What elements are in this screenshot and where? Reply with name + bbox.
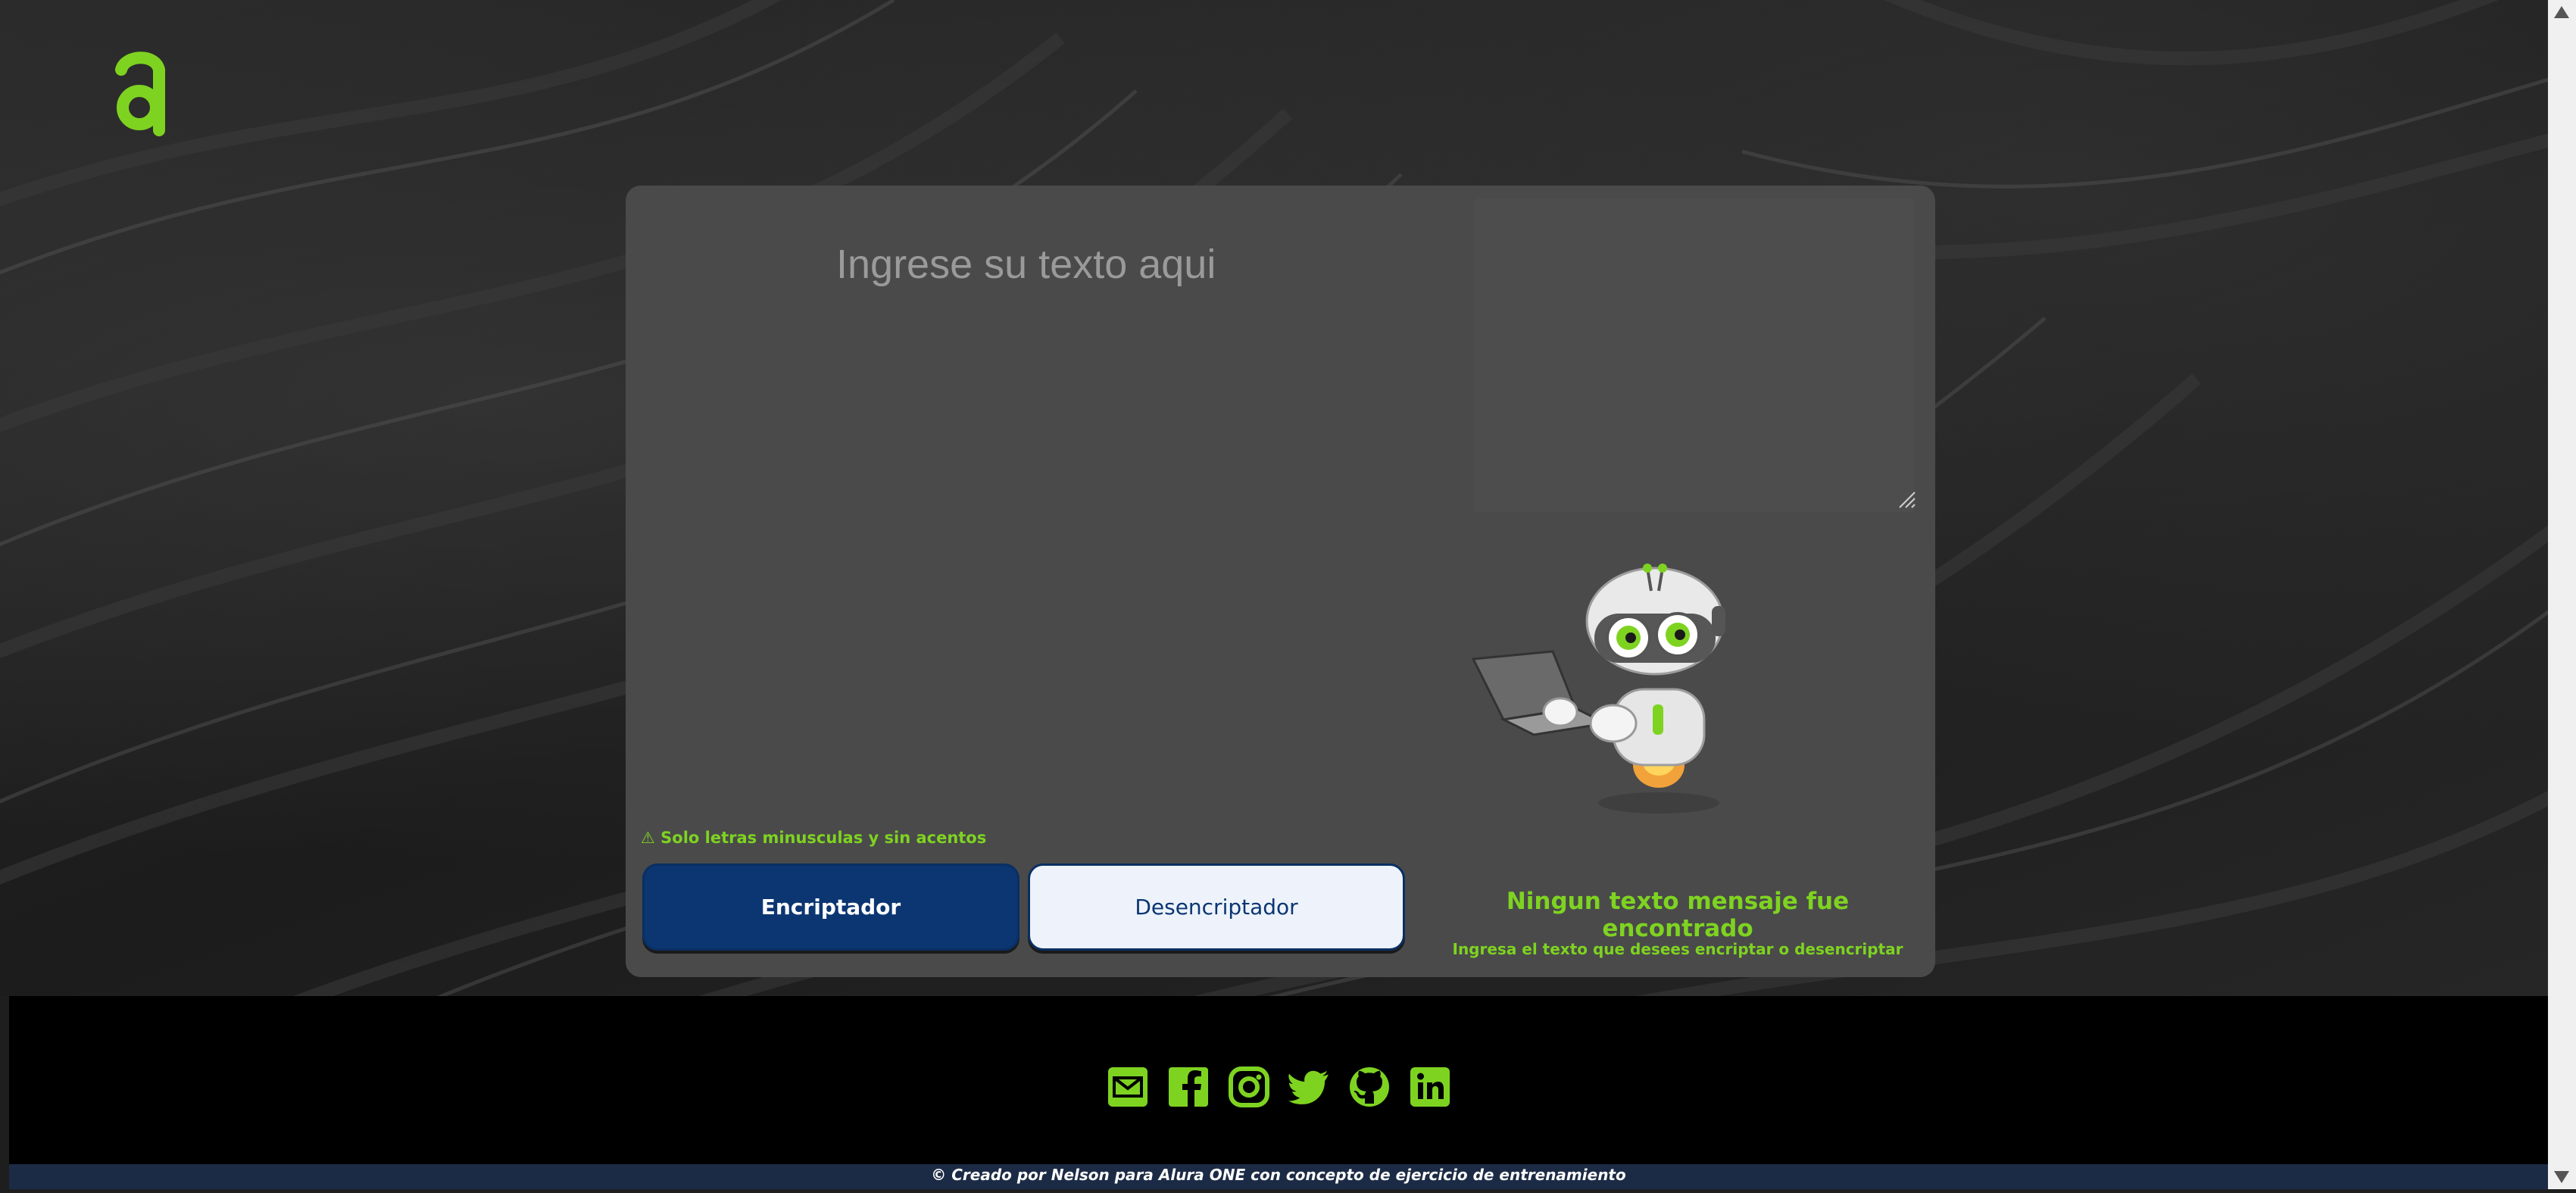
decrypt-button[interactable]: Desencriptador — [1028, 864, 1405, 951]
encrypt-button[interactable]: Encriptador — [642, 864, 1019, 951]
copyright-bar: © Creado por Nelson para Alura ONE con c… — [9, 1164, 2548, 1189]
twitter-icon[interactable] — [1288, 1066, 1330, 1108]
empty-output-subtitle: Ingresa el texto que desees encriptar o … — [1452, 940, 1903, 958]
resize-handle-icon[interactable] — [1897, 489, 1916, 509]
footer — [9, 996, 2548, 1164]
github-icon[interactable] — [1348, 1066, 1391, 1108]
facebook-icon[interactable] — [1167, 1066, 1210, 1108]
linkedin-icon[interactable] — [1409, 1066, 1451, 1108]
text-input[interactable] — [817, 223, 1915, 511]
scroll-up-icon — [2554, 6, 2569, 18]
scroll-down-icon — [2554, 1171, 2569, 1183]
robot-laptop-illustration — [1469, 561, 1742, 826]
page-scrollbar[interactable] — [2548, 0, 2576, 1189]
input-hint: ⚠ Solo letras minusculas y sin acentos — [641, 829, 987, 847]
empty-output-title: Ningun texto mensaje fue encontrado — [1506, 888, 1850, 942]
alura-logo-icon[interactable] — [114, 47, 168, 138]
email-icon[interactable] — [1107, 1066, 1149, 1108]
instagram-icon[interactable] — [1228, 1066, 1270, 1108]
